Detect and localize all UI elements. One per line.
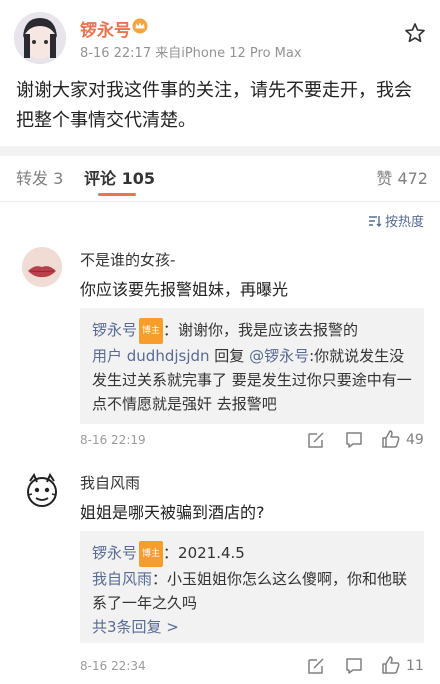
like-icon[interactable] <box>381 429 401 449</box>
sort-icon <box>368 215 382 227</box>
reply-author[interactable]: 用户 dudhdjsjdn <box>92 347 210 365</box>
comment-author[interactable]: 不是谁的女孩- <box>80 249 175 270</box>
reply-sep: ： <box>163 321 179 339</box>
comment-time: 8-16 22:19 <box>80 433 146 447</box>
reply-text: 2021.4.5 <box>178 544 245 562</box>
reply-sep: ： <box>152 570 168 588</box>
reply-box[interactable]: 锣永号 博主 ：谢谢你，我是应该去报警的 用户 dudhdjsjdn 回复 @锣永号… <box>80 308 424 424</box>
like-count: 49 <box>406 432 424 448</box>
author-tag: 博主 <box>139 541 164 567</box>
tab-repost[interactable]: 转发 3 <box>16 165 63 189</box>
reply-item: 我自风雨：小玉姐姐你怎么这么傻啊，你和他联系了一年之久吗 <box>92 567 412 615</box>
reply-icon[interactable] <box>306 430 326 450</box>
reply-text: 谢谢你，我是应该去报警的 <box>178 321 359 339</box>
author-avatar[interactable] <box>14 12 66 64</box>
reply-item: 锣永号 博主 ：2021.4.5 <box>92 541 412 567</box>
like-count: 11 <box>406 658 424 674</box>
reply-author[interactable]: 我自风雨 <box>92 570 152 588</box>
tab-active-indicator <box>98 193 136 196</box>
section-divider <box>0 146 440 156</box>
comment-icon[interactable] <box>344 656 364 676</box>
sort-button[interactable]: 按热度 <box>368 211 424 230</box>
author-name[interactable]: 锣永号 <box>80 16 131 41</box>
reply-icon[interactable] <box>306 656 326 676</box>
tab-divider <box>0 201 440 202</box>
reply-box[interactable]: 锣永号 博主 ：2021.4.5 我自风雨：小玉姐姐你怎么这么傻啊，你和他联系了一年… <box>80 531 424 643</box>
reply-item: 用户 dudhdjsjdn 回复 @锣永号:你就说发生没发生过关系就完事了 要是… <box>92 344 412 416</box>
comment-icon[interactable] <box>344 430 364 450</box>
star-icon[interactable] <box>404 22 426 44</box>
commenter-avatar[interactable] <box>22 247 62 287</box>
post-content: 谢谢大家对我这件事的关注，请先不要走开，我会把整个事情交代清楚。 <box>16 80 412 131</box>
reply-author[interactable]: 锣永号 <box>92 321 137 339</box>
vip-crown-icon <box>131 18 149 34</box>
reply-mid: 回复 <box>209 347 250 365</box>
tab-comment[interactable]: 评论 105 <box>84 165 155 189</box>
author-tag: 博主 <box>139 318 164 344</box>
more-replies-link[interactable]: 共3条回复 > <box>92 615 412 639</box>
tab-like[interactable]: 赞 472 <box>376 165 428 189</box>
comment-text: 姐姐是哪天被骗到酒店的? <box>80 503 265 522</box>
like-icon[interactable] <box>381 655 401 675</box>
sort-label: 按热度 <box>384 215 424 230</box>
post-meta: 8-16 22:17 来自iPhone 12 Pro Max <box>80 46 302 61</box>
comment-time: 8-16 22:34 <box>80 659 146 673</box>
commenter-avatar[interactable] <box>22 471 62 511</box>
reply-sep: ： <box>163 544 179 562</box>
comment-author[interactable]: 我自风雨 <box>80 472 140 493</box>
reply-item: 锣永号 博主 ：谢谢你，我是应该去报警的 <box>92 318 412 344</box>
reply-author[interactable]: 锣永号 <box>92 544 137 562</box>
comment-text: 你应该要先报警姐妹，再曝光 <box>80 280 289 299</box>
reply-mention[interactable]: @锣永号 <box>249 347 309 365</box>
